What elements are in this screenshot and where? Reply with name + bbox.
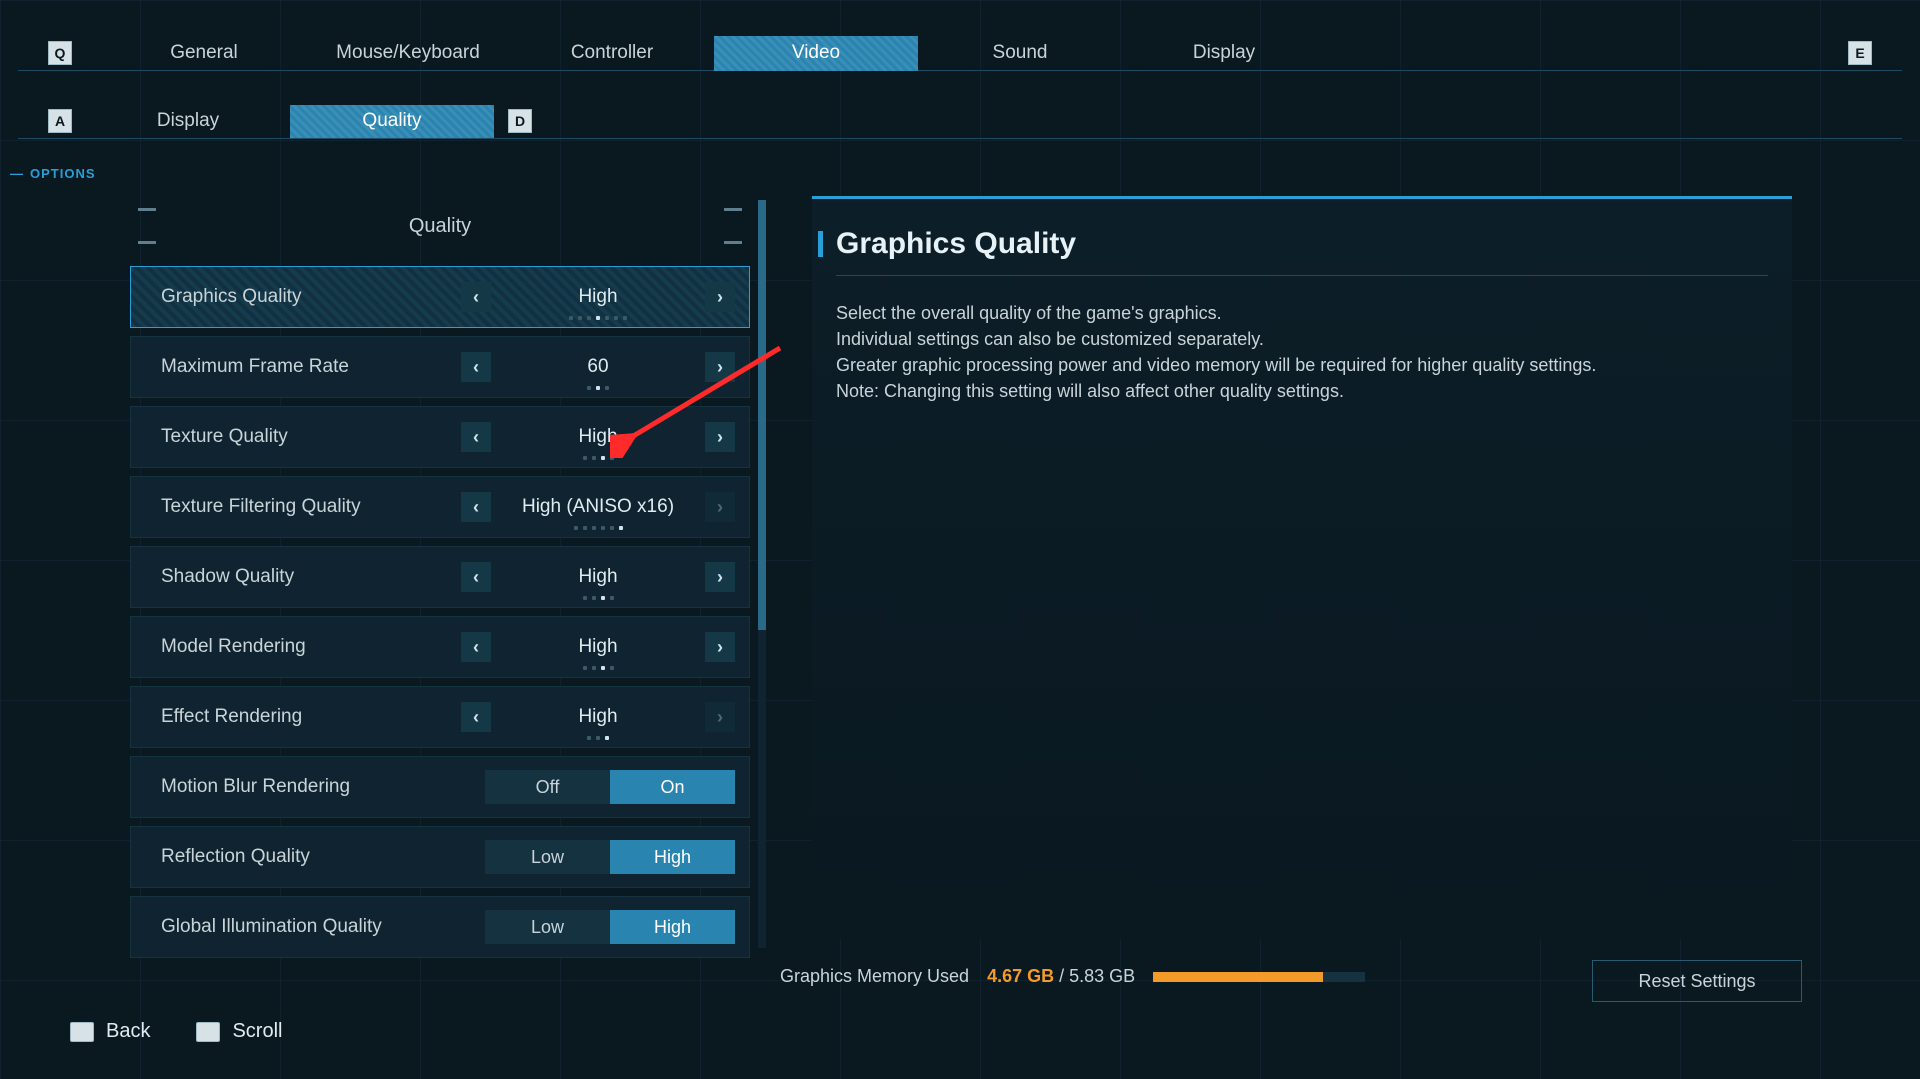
- settings-scrollbar[interactable]: [758, 200, 766, 948]
- next-value-button[interactable]: ›: [705, 492, 735, 522]
- subtab-display[interactable]: Display: [86, 105, 290, 138]
- subtab-quality[interactable]: Quality: [290, 105, 494, 138]
- setting-row[interactable]: Shadow Quality‹High›: [130, 546, 750, 608]
- esc-key-icon: [70, 1022, 94, 1042]
- tab-video[interactable]: Video: [714, 36, 918, 71]
- toggle-group: LowHigh: [485, 910, 735, 944]
- graphics-memory: Graphics Memory Used 4.67 GB / 5.83 GB: [780, 966, 1365, 987]
- settings-panel: Quality Graphics Quality‹High›Maximum Fr…: [130, 196, 750, 966]
- prev-value-button[interactable]: ‹: [461, 632, 491, 662]
- description-panel: Graphics Quality Select the overall qual…: [812, 196, 1792, 939]
- header-decor: [724, 241, 742, 244]
- memory-label: Graphics Memory Used: [780, 966, 969, 987]
- setting-value: High: [491, 706, 705, 728]
- toggle-option[interactable]: Low: [485, 840, 610, 874]
- setting-label: Global Illumination Quality: [161, 916, 461, 938]
- section-header: Quality: [130, 196, 750, 256]
- description-body: Select the overall quality of the game's…: [836, 300, 1768, 404]
- next-value-button[interactable]: ›: [705, 352, 735, 382]
- top-tab-bar: Q GeneralMouse/KeyboardControllerVideoSo…: [18, 36, 1902, 71]
- setting-label: Shadow Quality: [161, 566, 461, 588]
- setting-row[interactable]: Maximum Frame Rate‹60›: [130, 336, 750, 398]
- next-value-button[interactable]: ›: [705, 422, 735, 452]
- value-dots: [491, 596, 705, 600]
- setting-row[interactable]: Reflection Quality LowHigh: [130, 826, 750, 888]
- memory-bar: [1153, 972, 1365, 982]
- setting-label: Texture Filtering Quality: [161, 496, 461, 518]
- setting-value: High: [491, 426, 705, 448]
- tab-controller[interactable]: Controller: [510, 36, 714, 71]
- hint-scroll: Scroll: [196, 1020, 282, 1043]
- setting-row[interactable]: Global Illumination Quality LowHigh: [130, 896, 750, 958]
- value-dots: [491, 456, 705, 460]
- toggle-group: OffOn: [485, 770, 735, 804]
- setting-value: High: [491, 286, 705, 308]
- setting-label: Motion Blur Rendering: [161, 776, 461, 798]
- prev-value-button[interactable]: ‹: [461, 702, 491, 732]
- toggle-option[interactable]: Off: [485, 770, 610, 804]
- setting-row[interactable]: Texture Quality‹High›: [130, 406, 750, 468]
- setting-value: 60: [491, 356, 705, 378]
- toggle-option[interactable]: On: [610, 770, 735, 804]
- prev-value-button[interactable]: ‹: [461, 282, 491, 312]
- value-dots: [491, 666, 705, 670]
- tab-general[interactable]: General: [102, 36, 306, 71]
- setting-value: High (ANISO x16): [491, 496, 705, 518]
- toggle-group: LowHigh: [485, 840, 735, 874]
- setting-row[interactable]: Graphics Quality‹High›: [130, 266, 750, 328]
- prev-subtab-key: A: [48, 109, 72, 133]
- page-title: OPTIONS: [10, 166, 96, 181]
- hint-back: Back: [70, 1020, 150, 1043]
- prev-value-button[interactable]: ‹: [461, 352, 491, 382]
- toggle-option[interactable]: Low: [485, 910, 610, 944]
- next-value-button[interactable]: ›: [705, 702, 735, 732]
- top-tabs: GeneralMouse/KeyboardControllerVideoSoun…: [102, 36, 1818, 71]
- sub-tab-bar: A DisplayQuality D: [18, 104, 1902, 139]
- setting-label: Texture Quality: [161, 426, 461, 448]
- description-title: Graphics Quality: [836, 227, 1768, 276]
- next-value-button[interactable]: ›: [705, 282, 735, 312]
- sub-tabs: DisplayQuality: [86, 105, 494, 138]
- tab-display[interactable]: Display: [1122, 36, 1326, 71]
- next-tab-key: E: [1848, 41, 1872, 65]
- toggle-option[interactable]: High: [610, 910, 735, 944]
- value-dots: [491, 386, 705, 390]
- setting-label: Reflection Quality: [161, 846, 461, 868]
- header-decor: [138, 241, 156, 244]
- header-decor: [724, 208, 742, 211]
- setting-row[interactable]: Texture Filtering Quality‹High (ANISO x1…: [130, 476, 750, 538]
- scrollbar-thumb[interactable]: [758, 200, 766, 630]
- setting-label: Model Rendering: [161, 636, 461, 658]
- value-dots: [491, 526, 705, 530]
- setting-row[interactable]: Model Rendering‹High›: [130, 616, 750, 678]
- prev-value-button[interactable]: ‹: [461, 492, 491, 522]
- memory-bar-fill: [1153, 972, 1323, 982]
- value-dots: [491, 316, 705, 320]
- tab-sound[interactable]: Sound: [918, 36, 1122, 71]
- next-subtab-key: D: [508, 109, 532, 133]
- setting-label: Maximum Frame Rate: [161, 356, 461, 378]
- setting-row[interactable]: Effect Rendering‹High›: [130, 686, 750, 748]
- section-title: Quality: [409, 215, 471, 238]
- footer-hints: Back Scroll: [70, 1020, 282, 1043]
- header-decor: [138, 208, 156, 211]
- prev-value-button[interactable]: ‹: [461, 422, 491, 452]
- next-value-button[interactable]: ›: [705, 632, 735, 662]
- memory-total: 5.83 GB: [1069, 966, 1135, 986]
- next-value-button[interactable]: ›: [705, 562, 735, 592]
- tab-mouse-keyboard[interactable]: Mouse/Keyboard: [306, 36, 510, 71]
- setting-label: Graphics Quality: [161, 286, 461, 308]
- setting-value: High: [491, 566, 705, 588]
- memory-used: 4.67 GB: [987, 966, 1054, 986]
- value-dots: [491, 736, 705, 740]
- prev-tab-key: Q: [48, 41, 72, 65]
- toggle-option[interactable]: High: [610, 840, 735, 874]
- reset-settings-button[interactable]: Reset Settings: [1592, 960, 1802, 1002]
- setting-label: Effect Rendering: [161, 706, 461, 728]
- mouse-icon: [196, 1022, 220, 1042]
- prev-value-button[interactable]: ‹: [461, 562, 491, 592]
- setting-row[interactable]: Motion Blur Rendering OffOn: [130, 756, 750, 818]
- setting-value: High: [491, 636, 705, 658]
